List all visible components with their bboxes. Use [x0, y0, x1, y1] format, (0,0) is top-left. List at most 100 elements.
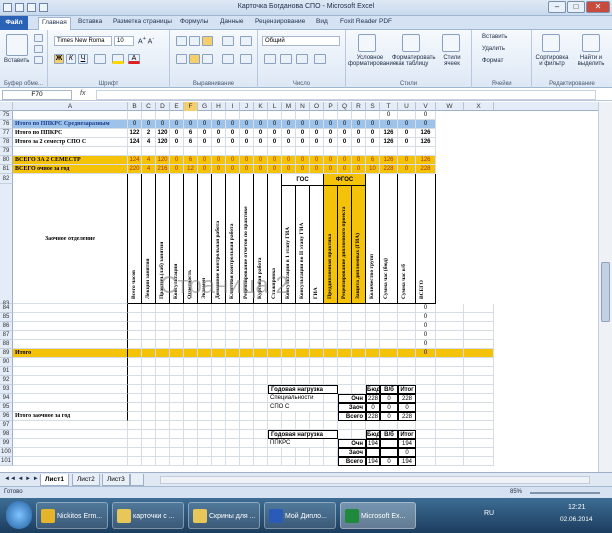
- tab-data[interactable]: Данные: [220, 18, 243, 25]
- column-header-w[interactable]: W: [436, 102, 464, 111]
- indent-icon[interactable]: [222, 54, 234, 64]
- row-header-92[interactable]: 92: [0, 376, 13, 385]
- format-table-button[interactable]: Форматировать как таблицу: [392, 55, 436, 67]
- row-header-83[interactable]: 83: [0, 184, 13, 307]
- zoom-slider[interactable]: [530, 492, 600, 494]
- column-header-q[interactable]: Q: [338, 102, 352, 111]
- row-header-90[interactable]: 90: [0, 358, 13, 367]
- column-header-p[interactable]: P: [324, 102, 338, 111]
- borders-icon[interactable]: [94, 54, 106, 64]
- close-button[interactable]: ✕: [586, 1, 610, 13]
- column-header-t[interactable]: T: [380, 102, 398, 111]
- taskbar-item-word[interactable]: Мой Диплo...: [264, 502, 336, 529]
- cell-styles-button[interactable]: Стили ячеек: [436, 55, 468, 67]
- taskbar-item-chrome[interactable]: Nickitos Erm...: [36, 502, 108, 529]
- clock-time[interactable]: 12:21: [568, 504, 586, 511]
- column-header-j[interactable]: J: [240, 102, 254, 111]
- column-header-a[interactable]: A: [13, 102, 128, 111]
- align-top-icon[interactable]: [176, 36, 187, 46]
- font-color-icon[interactable]: A: [128, 54, 140, 64]
- row-header-77[interactable]: 77: [0, 129, 13, 138]
- row-header-100[interactable]: 100: [0, 448, 13, 457]
- sheet-tab-2[interactable]: Лист2: [72, 474, 100, 486]
- merge-icon[interactable]: [240, 54, 252, 64]
- new-sheet-icon[interactable]: [130, 474, 144, 486]
- minimize-button[interactable]: –: [548, 1, 566, 13]
- vertical-scrollbar[interactable]: [598, 102, 612, 474]
- format-table-icon[interactable]: [402, 34, 420, 52]
- font-size-select[interactable]: 10: [114, 36, 134, 46]
- align-bottom-icon[interactable]: [202, 36, 213, 46]
- row-header-88[interactable]: 88: [0, 340, 13, 349]
- fill-color-icon[interactable]: [112, 54, 124, 64]
- horizontal-scrollbar[interactable]: [160, 476, 590, 484]
- row-header-99[interactable]: 99: [0, 439, 13, 448]
- format-painter-icon[interactable]: [34, 56, 43, 64]
- find-select-icon[interactable]: [582, 34, 600, 52]
- tab-page-layout[interactable]: Разметка страницы: [113, 18, 172, 25]
- column-header-s[interactable]: S: [366, 102, 380, 111]
- worksheet-grid[interactable]: 75 0 0 76 Итого по ППКРС Среднезаразным 0 0 0 0 0…: [0, 111, 598, 472]
- row-header-80[interactable]: 80: [0, 156, 13, 165]
- column-header-k[interactable]: K: [254, 102, 268, 111]
- tab-insert[interactable]: Вставка: [78, 18, 102, 25]
- format-cells-button[interactable]: Формат: [482, 58, 503, 64]
- tab-foxit[interactable]: Foxit Reader PDF: [340, 18, 392, 25]
- insert-cells-button[interactable]: Вставить: [482, 34, 507, 40]
- row-header-78[interactable]: 78: [0, 138, 13, 147]
- italic-icon[interactable]: К: [66, 54, 76, 64]
- row-header-86[interactable]: 86: [0, 322, 13, 331]
- tab-review[interactable]: Рецензирование: [255, 18, 305, 25]
- column-header-d[interactable]: D: [156, 102, 170, 111]
- find-select-button[interactable]: Найти и выделить: [572, 55, 610, 67]
- select-all-corner[interactable]: [0, 102, 13, 111]
- scroll-thumb[interactable]: [601, 262, 610, 322]
- column-header-i[interactable]: I: [226, 102, 240, 111]
- column-header-r[interactable]: R: [352, 102, 366, 111]
- maximize-button[interactable]: □: [567, 1, 585, 13]
- font-grow-icon[interactable]: A+ A-: [138, 36, 154, 45]
- row-header-97[interactable]: 97: [0, 421, 13, 430]
- cell-styles-icon[interactable]: [442, 34, 460, 52]
- column-header-e[interactable]: E: [170, 102, 184, 111]
- column-header-f[interactable]: F: [184, 102, 198, 111]
- sheet-tab-1[interactable]: Лист1: [40, 474, 69, 486]
- delete-cells-button[interactable]: Удалить: [482, 46, 505, 52]
- underline-icon[interactable]: Ч: [78, 54, 88, 64]
- column-header-v[interactable]: V: [416, 102, 436, 111]
- copy-icon[interactable]: [34, 45, 43, 53]
- row-header-87[interactable]: 87: [0, 331, 13, 340]
- taskbar-item-folder-2[interactable]: Скрины для ...: [188, 502, 260, 529]
- row-header-98[interactable]: 98: [0, 430, 13, 439]
- row-header-101[interactable]: 101: [0, 457, 13, 466]
- column-header-n[interactable]: N: [296, 102, 310, 111]
- clock-date[interactable]: 02.06.2014: [560, 516, 593, 523]
- row-header-96[interactable]: 96: [0, 412, 13, 421]
- paste-icon[interactable]: [6, 34, 28, 56]
- formula-input[interactable]: [96, 90, 596, 100]
- taskbar-item-excel[interactable]: Microsoft Ex...: [340, 502, 416, 529]
- thousands-icon[interactable]: [296, 54, 308, 64]
- percent-icon[interactable]: [280, 54, 292, 64]
- tab-view[interactable]: Вид: [316, 18, 328, 25]
- conditional-format-icon[interactable]: [358, 34, 376, 52]
- row-header-82[interactable]: 82: [0, 174, 13, 184]
- cut-icon[interactable]: [34, 34, 43, 42]
- row-header-79[interactable]: 79: [0, 147, 13, 156]
- row-header-93[interactable]: 93: [0, 385, 13, 394]
- zoom-level[interactable]: 85%: [510, 489, 522, 495]
- language-indicator[interactable]: RU: [484, 510, 494, 517]
- sort-filter-icon[interactable]: [542, 34, 560, 52]
- start-button[interactable]: [6, 501, 32, 529]
- row-header-94[interactable]: 94: [0, 394, 13, 403]
- conditional-format-button[interactable]: Условное форматирование: [348, 55, 396, 67]
- row-header-76[interactable]: 76: [0, 120, 13, 129]
- sheet-nav-icon[interactable]: ◄◄ ◄ ► ►►: [4, 476, 45, 482]
- row-header-75[interactable]: 75: [0, 111, 13, 120]
- tab-formulas[interactable]: Формулы: [180, 18, 208, 25]
- name-box[interactable]: F70: [2, 90, 72, 100]
- currency-icon[interactable]: [264, 54, 276, 64]
- align-right-icon[interactable]: [202, 54, 213, 64]
- row-header-91[interactable]: 91: [0, 367, 13, 376]
- wrap-text-icon[interactable]: [240, 36, 252, 46]
